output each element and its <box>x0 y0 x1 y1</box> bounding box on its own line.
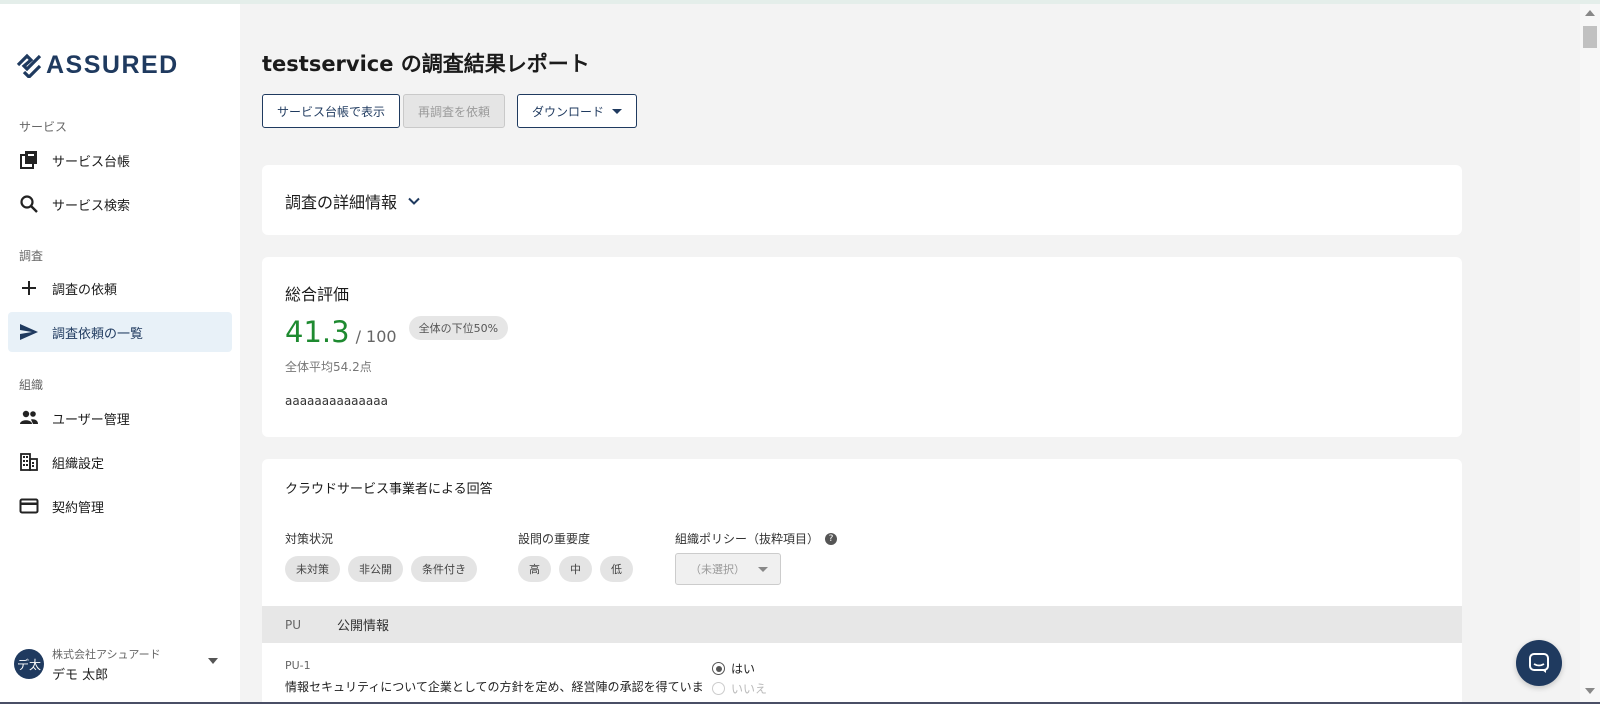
sidebar-item-label: 契約管理 <box>52 500 105 516</box>
section-label-service: サービス <box>19 120 68 134</box>
scroll-down-icon[interactable] <box>1585 688 1595 694</box>
people-icon <box>18 407 40 429</box>
section-label-org: 組織 <box>19 378 44 392</box>
caret-down-icon <box>758 567 768 572</box>
score-value: 41.3 <box>285 315 350 349</box>
user-menu[interactable]: デ太 株式会社アシュアード デモ 太郎 <box>14 644 226 684</box>
chip-private[interactable]: 非公開 <box>348 556 403 582</box>
details-toggle[interactable]: 調査の詳細情報 <box>285 189 421 213</box>
importance-filter-chips: 高 中 低 <box>518 556 633 582</box>
answer-option-yes[interactable]: はい <box>712 660 755 677</box>
user-info: 株式会社アシュアード デモ 太郎 <box>52 646 161 683</box>
chevron-down-icon <box>208 658 218 664</box>
sidebar-item-label: ユーザー管理 <box>52 412 130 428</box>
sidebar-item-org-settings[interactable]: 組織設定 <box>8 442 232 482</box>
chip-conditional[interactable]: 条件付き <box>411 556 477 582</box>
policy-filter-text: 組織ポリシー（抜粋項目） <box>675 532 820 546</box>
sidebar-item-service-ledger[interactable]: サービス台帳 <box>8 140 232 180</box>
policy-filter-label: 組織ポリシー（抜粋項目） ? <box>675 530 838 547</box>
chip-unaddressed[interactable]: 未対策 <box>285 556 340 582</box>
search-icon <box>18 193 40 215</box>
answer-option-no[interactable]: いいえ <box>712 680 767 697</box>
group-name: 公開情報 <box>337 619 390 634</box>
status-filter-chips: 未対策 非公開 条件付き <box>285 556 477 582</box>
radio-unselected <box>712 682 725 695</box>
score-max: / 100 <box>355 327 397 346</box>
chat-icon <box>1529 653 1549 673</box>
library-icon <box>18 149 40 171</box>
logo-mark-icon <box>16 53 42 78</box>
radio-selected <box>712 662 725 675</box>
policy-select[interactable]: （未選択） <box>675 553 781 585</box>
evaluation-comment: aaaaaaaaaaaaaa <box>285 394 388 408</box>
download-button[interactable]: ダウンロード <box>517 94 638 128</box>
user-name: デモ 太郎 <box>52 667 109 683</box>
status-filter-label: 対策状況 <box>285 530 333 547</box>
score-row: 41.3 / 100 全体の下位50% <box>285 315 509 349</box>
card-icon <box>18 495 40 517</box>
chip-high[interactable]: 高 <box>518 556 551 582</box>
chip-medium[interactable]: 中 <box>559 556 592 582</box>
building-icon <box>18 451 40 473</box>
sidebar-item-label: サービス検索 <box>52 198 131 214</box>
evaluation-card: 総合評価 41.3 / 100 全体の下位50% 全体平均54.2点 aaaaa… <box>262 257 1462 437</box>
sidebar-item-user-management[interactable]: ユーザー管理 <box>8 398 232 438</box>
sidebar: ASSURED サービス サービス台帳 サービス検索 調査 調査の依頼 調査依頼… <box>0 4 240 702</box>
caret-down-icon <box>612 108 623 114</box>
button-label: サービス台帳で表示 <box>277 104 386 119</box>
group-code: PU <box>285 617 302 632</box>
details-card: 調査の詳細情報 <box>262 165 1462 235</box>
main-content: testservice の調査結果レポート サービス台帳で表示 再調査を依頼 ダ… <box>240 4 1580 704</box>
logo[interactable]: ASSURED <box>16 50 179 80</box>
user-org: 株式会社アシュアード <box>52 647 161 661</box>
help-icon[interactable]: ? <box>825 532 838 545</box>
average-score: 全体平均54.2点 <box>285 360 372 374</box>
send-icon <box>18 321 40 343</box>
vertical-scrollbar[interactable] <box>1580 4 1600 702</box>
rank-badge: 全体の下位50% <box>408 316 509 340</box>
sidebar-item-label: サービス台帳 <box>52 154 131 170</box>
sidebar-item-label: 組織設定 <box>52 456 105 472</box>
sidebar-item-contract-management[interactable]: 契約管理 <box>8 486 232 526</box>
evaluation-title: 総合評価 <box>285 285 350 304</box>
sidebar-item-survey-list[interactable]: 調査依頼の一覧 <box>8 312 232 352</box>
chip-low[interactable]: 低 <box>600 556 633 582</box>
importance-filter-text: 設問の重要度 <box>518 532 591 546</box>
page-title: testservice の調査結果レポート <box>262 52 590 76</box>
chat-launcher-button[interactable] <box>1516 640 1562 686</box>
sidebar-item-label: 調査依頼の一覧 <box>52 326 144 342</box>
plus-icon <box>18 277 40 299</box>
option-label: はい <box>731 662 756 676</box>
question-code: PU-1 <box>285 659 311 672</box>
section-label-survey: 調査 <box>19 249 44 263</box>
question-group-header: PU 公開情報 <box>262 606 1462 643</box>
chevron-down-icon <box>408 197 420 205</box>
status-filter-text: 対策状況 <box>285 532 334 546</box>
scroll-up-icon[interactable] <box>1585 10 1595 16</box>
sidebar-item-label: 調査の依頼 <box>52 282 118 298</box>
logo-text: ASSURED <box>46 50 179 79</box>
button-label: 再調査を依頼 <box>418 104 491 119</box>
sidebar-item-request-survey[interactable]: 調査の依頼 <box>8 268 232 308</box>
show-ledger-button[interactable]: サービス台帳で表示 <box>262 94 401 128</box>
importance-filter-label: 設問の重要度 <box>518 530 590 547</box>
button-label: ダウンロード <box>532 104 605 119</box>
option-label: いいえ <box>731 682 768 696</box>
answers-title: クラウドサービス事業者による回答 <box>285 482 493 497</box>
details-title: 調査の詳細情報 <box>285 193 398 212</box>
sidebar-item-service-search[interactable]: サービス検索 <box>8 184 232 224</box>
question-text: 情報セキュリティについて企業としての方針を定め、経営陣の承認を得ていま <box>285 680 704 694</box>
answers-card: クラウドサービス事業者による回答 対策状況 未対策 非公開 条件付き 設問の重要… <box>262 459 1462 704</box>
scroll-thumb[interactable] <box>1583 26 1597 48</box>
request-resurvey-button[interactable]: 再調査を依頼 <box>403 94 506 128</box>
avatar: デ太 <box>14 649 44 679</box>
policy-select-value: （未選択） <box>690 563 745 576</box>
